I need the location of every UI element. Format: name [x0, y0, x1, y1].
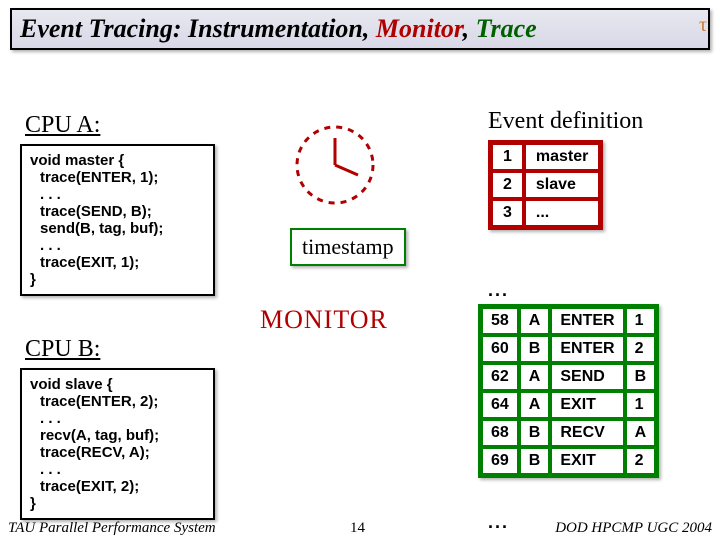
table-row: 1master: [491, 143, 600, 171]
cpu-b-code: void slave { trace(ENTER, 2); . . . recv…: [20, 368, 215, 520]
cpu-b-heading: CPU B:: [25, 336, 100, 363]
code-line: trace(EXIT, 2);: [40, 478, 205, 495]
code-line: send(B, tag, buf);: [40, 220, 205, 237]
code-line: . . .: [40, 410, 205, 427]
trace-table: 58AENTER1 60BENTER2 62ASENDB 64AEXIT1 68…: [478, 304, 659, 478]
footer-right: DOD HPCMP UGC 2004: [555, 520, 712, 537]
trace-ellipsis-top: ...: [488, 280, 509, 301]
tau-logo: τ: [688, 8, 718, 60]
code-line: trace(ENTER, 2);: [40, 393, 205, 410]
table-row: 64AEXIT1: [481, 391, 656, 419]
footer-left: TAU Parallel Performance System: [8, 520, 216, 537]
table-row: 3...: [491, 199, 600, 227]
cpu-a-heading: CPU A:: [25, 112, 100, 139]
timestamp-box: timestamp: [290, 228, 406, 266]
code-line: . . .: [40, 186, 205, 203]
table-row: 69BEXIT2: [481, 447, 656, 475]
table-row: 68BRECVA: [481, 419, 656, 447]
code-line: }: [30, 271, 205, 288]
event-definition-heading: Event definition: [488, 108, 643, 135]
code-line: . . .: [40, 461, 205, 478]
monitor-label: MONITOR: [260, 305, 388, 335]
code-line: . . .: [40, 237, 205, 254]
title-word-1: Event Tracing:: [20, 14, 182, 43]
slide-title: Event Tracing: Instrumentation, Monitor,…: [10, 8, 710, 50]
code-line: void slave {: [30, 376, 205, 393]
trace-ellipsis-bottom: ...: [488, 512, 509, 533]
code-line: }: [30, 495, 205, 512]
code-line: trace(SEND, B);: [40, 203, 205, 220]
table-row: 62ASENDB: [481, 363, 656, 391]
code-line: trace(EXIT, 1);: [40, 254, 205, 271]
title-word-trace: Trace: [476, 14, 537, 43]
event-definition-table: 1master 2slave 3...: [488, 140, 603, 230]
title-word-instrumentation: Instrumentation: [188, 14, 363, 43]
code-line: void master {: [30, 152, 205, 169]
code-line: recv(A, tag, buf);: [40, 427, 205, 444]
title-word-monitor: Monitor: [376, 14, 463, 43]
clock-icon: [290, 120, 380, 210]
table-row: 60BENTER2: [481, 335, 656, 363]
code-line: trace(RECV, A);: [40, 444, 205, 461]
table-row: 2slave: [491, 171, 600, 199]
code-line: trace(ENTER, 1);: [40, 169, 205, 186]
table-row: 58AENTER1: [481, 307, 656, 335]
cpu-a-code: void master { trace(ENTER, 1); . . . tra…: [20, 144, 215, 296]
page-number: 14: [350, 520, 365, 537]
